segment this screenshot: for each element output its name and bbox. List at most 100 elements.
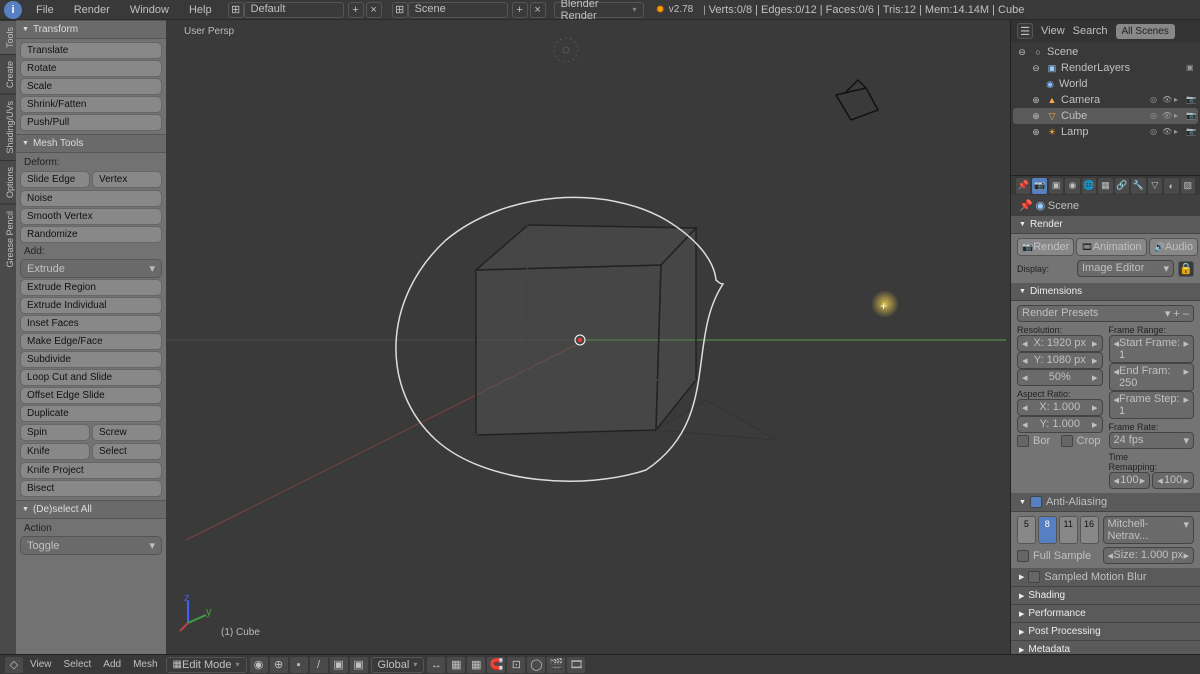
aa-16-button[interactable]: 16 (1080, 516, 1099, 544)
editor-type-icon[interactable]: ◇ (5, 657, 23, 673)
outliner-tree[interactable]: ⊖○Scene ⊖▣RenderLayers▣ ◉World ⊕▲Camera◎… (1011, 42, 1200, 142)
scale-button[interactable]: Scale (20, 78, 162, 95)
smooth-vertex-button[interactable]: Smooth Vertex (20, 208, 162, 225)
deselect-panel-header[interactable]: (De)select All (16, 500, 166, 519)
sb-add-menu[interactable]: Add (97, 659, 127, 670)
help-menu[interactable]: Help (179, 4, 222, 16)
prop-modifiers-icon[interactable]: 🔧 (1131, 178, 1145, 194)
rotate-button[interactable]: Rotate (20, 60, 162, 77)
snap-icon[interactable]: 🧲 (487, 657, 505, 673)
display-dropdown[interactable]: Image Editor▾ (1077, 260, 1174, 277)
extrude-region-button[interactable]: Extrude Region (20, 279, 162, 296)
performance-header[interactable]: Performance (1011, 605, 1200, 623)
shrink-fatten-button[interactable]: Shrink/Fatten (20, 96, 162, 113)
orientation-dropdown[interactable]: Global ▾ (371, 657, 425, 673)
tab-create[interactable]: Create (0, 54, 16, 94)
make-edge-face-button[interactable]: Make Edge/Face (20, 333, 162, 350)
prop-data-icon[interactable]: ▽ (1148, 178, 1162, 194)
screw-button[interactable]: Screw (92, 424, 162, 441)
duplicate-button[interactable]: Duplicate (20, 405, 162, 422)
spin-button[interactable]: Spin (20, 424, 90, 441)
offset-edge-button[interactable]: Offset Edge Slide (20, 387, 162, 404)
aa-filter-dropdown[interactable]: Mitchell-Netrav...▾ (1103, 516, 1195, 544)
prop-edit-icon[interactable]: ◯ (527, 657, 545, 673)
shading-mode-icon[interactable]: ◉ (250, 657, 268, 673)
remap-old-field[interactable]: ◂100▸ (1109, 472, 1151, 489)
render-menu[interactable]: Render (64, 4, 120, 16)
loop-cut-button[interactable]: Loop Cut and Slide (20, 369, 162, 386)
outliner-scope-dropdown[interactable]: All Scenes (1116, 24, 1175, 39)
sb-select-menu[interactable]: Select (58, 659, 98, 670)
layout-name-field[interactable]: Default (244, 2, 344, 18)
post-processing-header[interactable]: Post Processing (1011, 623, 1200, 641)
face-select-icon[interactable]: ▣ (330, 657, 348, 673)
sb-mesh-menu[interactable]: Mesh (127, 659, 163, 670)
dimensions-section-header[interactable]: Dimensions (1011, 283, 1200, 301)
knife-project-button[interactable]: Knife Project (20, 462, 162, 479)
knife-button[interactable]: Knife (20, 443, 90, 460)
layers2-icon[interactable]: ▦ (467, 657, 485, 673)
prop-renderlayers-icon[interactable]: ▣ (1049, 178, 1063, 194)
tab-grease-pencil[interactable]: Grease Pencil (0, 204, 16, 274)
prop-object-icon[interactable]: ▦ (1098, 178, 1112, 194)
scene-name-field[interactable]: Scene (408, 2, 508, 18)
remap-new-field[interactable]: ◂100▸ (1152, 472, 1194, 489)
extrude-individual-button[interactable]: Extrude Individual (20, 297, 162, 314)
edge-select-icon[interactable]: / (310, 657, 328, 673)
manipulator-icon[interactable]: ↔ (427, 657, 445, 673)
res-y-field[interactable]: ◂Y: 1080 px▸ (1017, 352, 1103, 369)
subdivide-button[interactable]: Subdivide (20, 351, 162, 368)
prop-scene-icon[interactable]: ◉ (1065, 178, 1079, 194)
prop-texture-icon[interactable]: ▨ (1181, 178, 1195, 194)
mode-dropdown[interactable]: ▦ Edit Mode ▾ (166, 657, 247, 673)
prop-pin-icon[interactable]: 📌 (1016, 178, 1030, 194)
crop-checkbox[interactable] (1061, 435, 1073, 447)
metadata-header[interactable]: Metadata (1011, 641, 1200, 654)
slide-edge-button[interactable]: Slide Edge (20, 171, 90, 188)
aspect-x-field[interactable]: ◂X: 1.000▸ (1017, 399, 1103, 416)
translate-button[interactable]: Translate (20, 42, 162, 59)
render-button[interactable]: 📷 Render (1017, 238, 1074, 256)
tab-tools[interactable]: Tools (0, 20, 16, 54)
sb-view-menu[interactable]: View (24, 659, 58, 670)
start-frame-field[interactable]: ◂Start Frame: 1▸ (1109, 335, 1195, 363)
limit-visible-icon[interactable]: ▣ (350, 657, 368, 673)
full-sample-checkbox[interactable] (1017, 550, 1029, 562)
inset-faces-button[interactable]: Inset Faces (20, 315, 162, 332)
randomize-button[interactable]: Randomize (20, 226, 162, 243)
fps-dropdown[interactable]: 24 fps▾ (1109, 432, 1195, 449)
render-section-header[interactable]: Render (1011, 216, 1200, 234)
prop-material-icon[interactable]: ◐ (1164, 178, 1178, 194)
gl-render-icon[interactable]: 🎬 (547, 657, 565, 673)
render-engine-dropdown[interactable]: Blender Render▾ (554, 2, 644, 18)
window-menu[interactable]: Window (120, 4, 179, 16)
animation-button[interactable]: 🎞 Animation (1076, 238, 1146, 256)
tab-shading-uvs[interactable]: Shading/UVs (0, 94, 16, 160)
scene-delete-button[interactable]: × (530, 2, 546, 18)
layout-add-button[interactable]: + (348, 2, 364, 18)
prop-constraints-icon[interactable]: 🔗 (1115, 178, 1129, 194)
file-menu[interactable]: File (26, 4, 64, 16)
aspect-y-field[interactable]: ◂Y: 1.000▸ (1017, 416, 1103, 433)
vertex-select-icon[interactable]: ▪ (290, 657, 308, 673)
end-frame-field[interactable]: ◂End Fram: 250▸ (1109, 363, 1195, 391)
render-presets-dropdown[interactable]: Render Presets▾ + – (1017, 305, 1194, 322)
3d-viewport[interactable]: User Persp (166, 20, 1010, 654)
blender-logo-icon[interactable]: i (4, 1, 22, 19)
aa-section-header[interactable]: Anti-Aliasing (1011, 493, 1200, 512)
knife-select-button[interactable]: Select (92, 443, 162, 460)
lock-interface-icon[interactable]: 🔒 (1178, 261, 1194, 277)
frame-step-field[interactable]: ◂Frame Step: 1▸ (1109, 391, 1195, 419)
prop-world-icon[interactable]: 🌐 (1082, 178, 1096, 194)
vertex-slide-button[interactable]: Vertex (92, 171, 162, 188)
snap-target-icon[interactable]: ⊡ (507, 657, 525, 673)
layout-delete-button[interactable]: × (366, 2, 382, 18)
aa-8-button[interactable]: 8 (1038, 516, 1057, 544)
shading-header[interactable]: Shading (1011, 587, 1200, 605)
outliner-view-menu[interactable]: View (1041, 25, 1065, 37)
res-pct-field[interactable]: ◂50%▸ (1017, 369, 1103, 386)
outliner-search-menu[interactable]: Search (1073, 25, 1108, 37)
prop-render-icon[interactable]: 📷 (1032, 178, 1046, 194)
extrude-dropdown[interactable]: Extrude▾ (20, 259, 162, 278)
scene-add-button[interactable]: + (512, 2, 528, 18)
